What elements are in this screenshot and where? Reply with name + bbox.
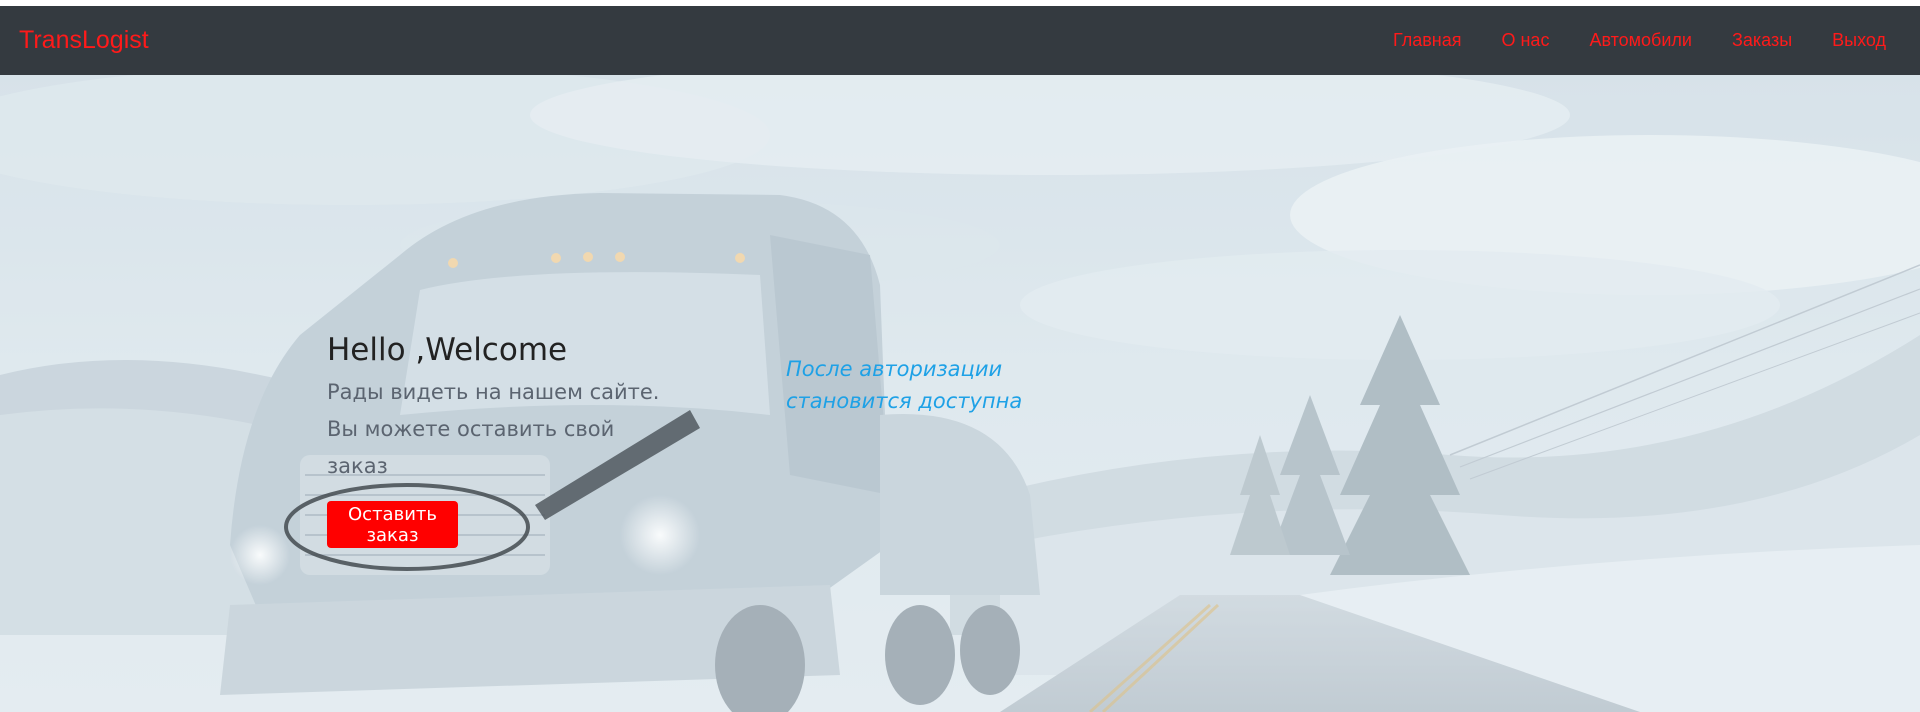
hero-title: Hello ,Welcome [327, 332, 568, 368]
nav-link-about[interactable]: О нас [1501, 30, 1549, 51]
nav-link-home[interactable]: Главная [1393, 30, 1462, 51]
nav-link-cars[interactable]: Автомобили [1589, 30, 1692, 51]
hero-lead-text: Рады видеть на нашем сайте. Вы можете ос… [327, 380, 660, 478]
place-order-button[interactable]: Оставить заказ [327, 501, 458, 548]
top-navbar: TransLogist Главная О нас Автомобили Зак… [0, 6, 1920, 75]
brand-logo[interactable]: TransLogist [19, 6, 149, 75]
annotation-note: После авторизации становится доступна [786, 357, 1023, 413]
nav-link-orders[interactable]: Заказы [1732, 30, 1792, 51]
nav-link-logout[interactable]: Выход [1832, 30, 1886, 51]
hero-content: Hello ,Welcome Рады видеть на нашем сайт… [327, 330, 687, 548]
nav-links: Главная О нас Автомобили Заказы Выход [1353, 6, 1886, 75]
